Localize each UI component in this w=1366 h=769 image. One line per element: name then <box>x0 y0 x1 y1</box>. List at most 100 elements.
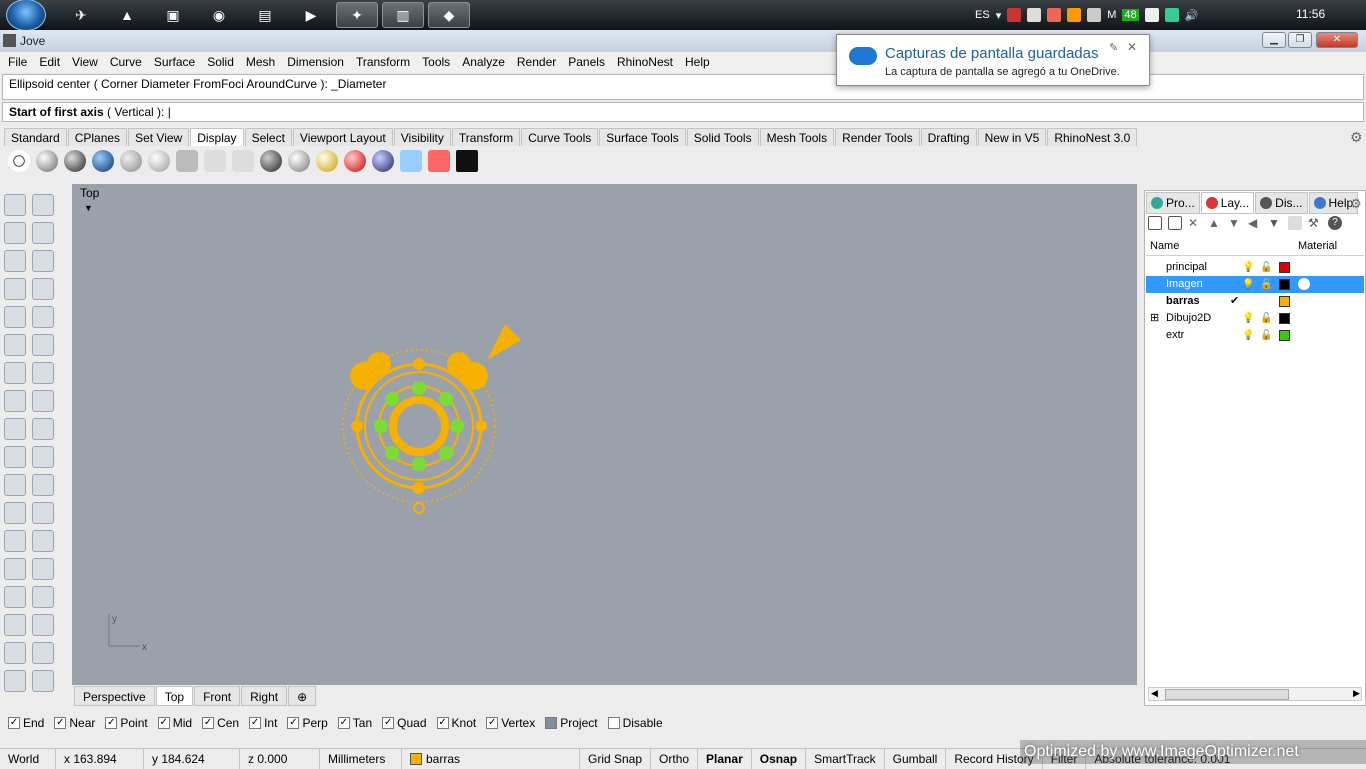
osnap-tan[interactable]: ✓ Tan <box>337 716 372 730</box>
chevron-down-icon[interactable]: ▾ <box>996 9 1002 22</box>
mouse-icon[interactable] <box>176 150 198 172</box>
osnap-knot[interactable]: ✓ Knot <box>436 716 476 730</box>
toolbar-tab-solid-tools[interactable]: Solid Tools <box>686 128 759 146</box>
ortho-toggle[interactable]: Ortho <box>651 749 699 769</box>
wireframe-icon[interactable] <box>8 150 30 172</box>
column-material[interactable]: Material <box>1298 240 1337 252</box>
taskbar-app-9[interactable]: ◆ <box>428 2 470 28</box>
add-viewport-icon[interactable]: ⊕ <box>288 686 317 706</box>
globe-icon[interactable] <box>260 150 282 172</box>
layer-name[interactable]: barras <box>1166 293 1200 310</box>
gear-icon[interactable]: ⚙ <box>1350 129 1363 146</box>
toolbar-tab-select[interactable]: Select <box>244 128 292 146</box>
toolbar-tab-visibility[interactable]: Visibility <box>393 128 451 146</box>
polygon-icon[interactable] <box>4 278 26 300</box>
osnap-int[interactable]: ✓ Int <box>249 716 277 730</box>
pin-icon[interactable]: ✎ <box>1109 41 1118 54</box>
taskbar-media-icon[interactable]: ▶ <box>290 2 332 28</box>
layer-color-swatch[interactable] <box>1279 313 1290 324</box>
osnap-tan-checkbox[interactable]: ✓ <box>337 717 350 729</box>
taskbar-app-8[interactable]: ▥ <box>382 2 424 28</box>
menu-view[interactable]: View <box>66 52 104 72</box>
clipboard-icon[interactable] <box>1144 8 1159 22</box>
viewport-title[interactable]: Top ▼ <box>72 184 122 213</box>
flag-icon[interactable] <box>1007 8 1022 22</box>
sphere-icon[interactable] <box>32 362 54 384</box>
badge-counter[interactable]: 48 <box>1122 9 1139 21</box>
offset-icon[interactable] <box>4 502 26 524</box>
command-prompt-options[interactable]: ( Vertical ): <box>104 105 168 119</box>
close-icon[interactable]: ✕ <box>1127 40 1137 54</box>
menu-render[interactable]: Render <box>511 52 562 72</box>
menu-tools[interactable]: Tools <box>416 52 456 72</box>
close-button[interactable]: ✕ <box>1316 32 1358 48</box>
osnap-vertex-checkbox[interactable]: ✓ <box>486 717 499 729</box>
osnap-project[interactable]: Project <box>545 716 598 730</box>
menu-curve[interactable]: Curve <box>104 52 148 72</box>
loft-icon[interactable] <box>32 334 54 356</box>
gumball-toggle[interactable]: Gumball <box>885 749 947 769</box>
menu-panels[interactable]: Panels <box>562 52 611 72</box>
layer-row-principal[interactable]: principal 💡 🔓 <box>1146 259 1364 276</box>
box-icon[interactable] <box>4 362 26 384</box>
move-out-icon[interactable]: ◀ <box>1248 216 1262 230</box>
lock-icon[interactable]: 🔓 <box>1260 276 1272 293</box>
layer-name[interactable]: Dibujo2D <box>1166 310 1211 327</box>
tray-app-icon[interactable] <box>1047 8 1062 22</box>
current-layer[interactable]: barras <box>402 749 580 769</box>
lightbulb-icon[interactable]: 💡 <box>1242 327 1254 344</box>
layer-color-swatch[interactable] <box>1279 330 1290 341</box>
toolbar-tab-drafting[interactable]: Drafting <box>920 128 977 146</box>
units[interactable]: Millimeters <box>320 749 402 769</box>
taskbar-app-2[interactable]: ▲ <box>106 2 148 28</box>
cylinder-icon[interactable] <box>4 390 26 412</box>
menu-dimension[interactable]: Dimension <box>281 52 350 72</box>
menu-analyze[interactable]: Analyze <box>456 52 511 72</box>
cloud-icon[interactable] <box>1027 8 1042 22</box>
layer-name[interactable]: extr <box>1166 327 1184 344</box>
osnap-cen-checkbox[interactable]: ✓ <box>202 717 215 729</box>
toolbar-tab-transform[interactable]: Transform <box>451 128 521 146</box>
point-icon[interactable] <box>32 194 54 216</box>
dimension-icon[interactable] <box>32 530 54 552</box>
chevron-down-icon[interactable]: ▼ <box>84 203 93 213</box>
ellipse-icon[interactable] <box>32 250 54 272</box>
osnap-quad-checkbox[interactable]: ✓ <box>382 717 395 729</box>
monitor-icon[interactable] <box>456 150 478 172</box>
surface-icon[interactable] <box>32 390 54 412</box>
toolbar-tab-mesh-tools[interactable]: Mesh Tools <box>759 128 835 146</box>
paint-icon[interactable] <box>32 670 54 692</box>
start-button[interactable] <box>6 0 46 31</box>
osnap-project-checkbox[interactable] <box>545 717 558 729</box>
osnap-knot-checkbox[interactable]: ✓ <box>436 717 449 729</box>
osnap-end-checkbox[interactable]: ✓ <box>8 717 20 729</box>
tray-app-icon-2[interactable] <box>1067 8 1082 22</box>
move-up-icon[interactable]: ▲ <box>1208 216 1222 230</box>
column-name[interactable]: Name <box>1150 240 1179 252</box>
lock-icon[interactable]: 🔓 <box>1260 310 1272 327</box>
panel-tab-display[interactable]: Dis... <box>1255 192 1308 214</box>
lightbulb-icon[interactable]: 💡 <box>1242 310 1254 327</box>
gold-sphere-icon[interactable] <box>316 150 338 172</box>
filter-icon[interactable]: ▼ <box>1268 216 1282 230</box>
menu-surface[interactable]: Surface <box>148 52 201 72</box>
osnap-perp[interactable]: ✓ Perp <box>287 716 328 730</box>
split-icon[interactable] <box>32 446 54 468</box>
new-sublayer-icon[interactable] <box>1168 216 1182 230</box>
layer-color-swatch[interactable] <box>1279 296 1290 307</box>
clock[interactable]: 11:56 <box>1296 7 1325 21</box>
osnap-toggle[interactable]: Osnap <box>752 749 807 769</box>
scale-icon[interactable] <box>32 558 54 580</box>
toolbar-tab-set-view[interactable]: Set View <box>128 128 190 146</box>
rectangle-icon[interactable] <box>32 278 54 300</box>
toolbar-tab-standard[interactable]: Standard <box>4 128 67 146</box>
language-indicator[interactable]: ES <box>975 9 990 21</box>
sphere-icon[interactable] <box>288 150 310 172</box>
viewport-tab-top[interactable]: Top <box>155 686 194 706</box>
rotate-icon[interactable] <box>4 642 26 664</box>
extrude-icon[interactable] <box>4 334 26 356</box>
layer-color-swatch[interactable] <box>1279 262 1290 273</box>
taskbar-app-1[interactable]: ✈ <box>60 2 102 28</box>
toolbar-tab-display[interactable]: Display <box>190 128 244 146</box>
layer-row-extr[interactable]: extr 💡 🔓 <box>1146 327 1364 344</box>
